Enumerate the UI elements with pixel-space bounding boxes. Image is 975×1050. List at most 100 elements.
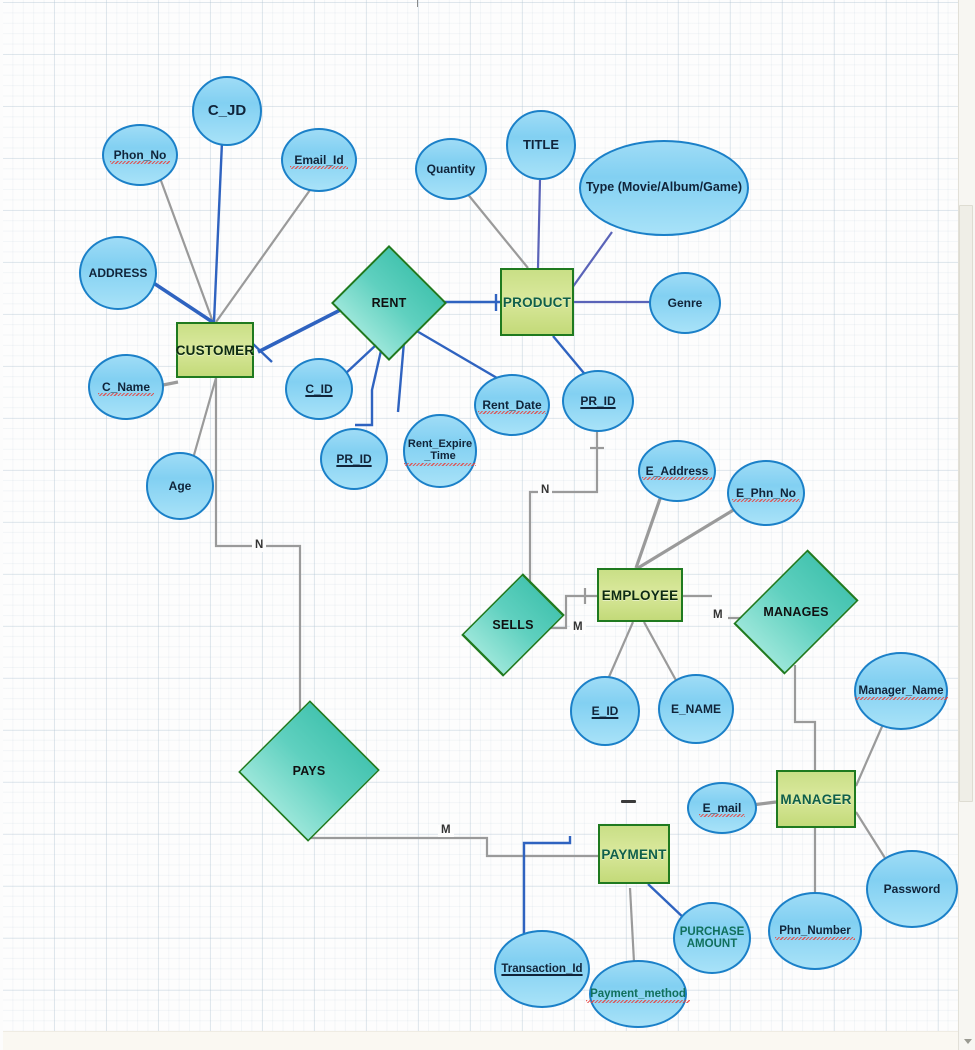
purchase-amount-line-2: AMOUNT <box>686 938 738 950</box>
attribute-age-label: Age <box>168 478 192 493</box>
edge-paymentmethod-payment <box>628 887 636 963</box>
attribute-rent-expire-time[interactable]: Rent_Expire _Time <box>403 414 477 488</box>
edge-manages-manager <box>793 665 817 770</box>
attribute-phon-no[interactable]: Phon_No <box>102 124 178 186</box>
cardinality-employee-manages: M <box>710 609 726 622</box>
attribute-c-id-rent[interactable]: C_ID <box>285 358 353 420</box>
attribute-pr-id-rent[interactable]: PR_ID <box>320 428 388 490</box>
entity-manager-label: MANAGER <box>780 791 852 807</box>
attribute-manager-name-label: Manager_Name <box>854 685 948 701</box>
attribute-password-label: Password <box>883 881 941 896</box>
attribute-phn-number-label: Phn_Number <box>775 925 855 941</box>
cardinality-pays-payment: M <box>438 824 454 837</box>
attribute-type-label: Type (Movie/Album/Game) <box>585 180 743 195</box>
stray-dash-mark <box>621 800 636 803</box>
edge-email-customer <box>215 189 311 323</box>
edge-cjd-customer <box>212 141 224 323</box>
attribute-title-label: TITLE <box>522 136 560 152</box>
relationship-rent-label: RENT <box>371 296 407 310</box>
attribute-pr-id-product[interactable]: PR_ID <box>562 370 634 432</box>
edge-age-customer <box>190 377 218 463</box>
attribute-purchase-amount-label: PURCHASE AMOUNT <box>677 926 748 951</box>
attribute-e-name[interactable]: E_NAME <box>658 674 734 744</box>
attribute-e-address-label: E_Address <box>641 464 713 481</box>
rent-expire-line-1: Rent_Expire <box>407 438 473 451</box>
attribute-phon-no-label: Phon_No <box>109 148 170 165</box>
attribute-c-jd-label: C_JD <box>207 101 247 119</box>
vertical-scrollbar[interactable] <box>958 0 975 1050</box>
attribute-c-name[interactable]: C_Name <box>88 354 164 420</box>
relationship-sells[interactable]: SELLS <box>461 573 565 677</box>
edge-product-sells <box>528 424 599 590</box>
attribute-phn-number[interactable]: Phn_Number <box>768 892 862 970</box>
attribute-e-id-label: E_ID <box>591 703 619 718</box>
attribute-email-id[interactable]: Email_Id <box>281 128 357 192</box>
attribute-purchase-amount[interactable]: PURCHASE AMOUNT <box>673 902 751 974</box>
attribute-address[interactable]: ADDRESS <box>79 236 157 310</box>
attribute-c-name-label: C_Name <box>97 380 155 397</box>
rent-expire-line-2: _Time <box>424 450 456 462</box>
attribute-quantity[interactable]: Quantity <box>415 138 487 200</box>
edge-customer-rent <box>257 302 353 354</box>
attribute-manager-name[interactable]: Manager_Name <box>854 652 948 730</box>
attribute-e-address[interactable]: E_Address <box>638 440 716 502</box>
entity-product[interactable]: PRODUCT <box>500 268 574 336</box>
attribute-c-id-rent-label: C_ID <box>305 381 333 396</box>
purchase-amount-line-1: PURCHASE <box>679 925 745 938</box>
edge-cname-customer <box>162 380 179 387</box>
entity-payment[interactable]: PAYMENT <box>598 824 670 884</box>
attribute-e-id[interactable]: E_ID <box>570 676 640 746</box>
attribute-quantity-label: Quantity <box>426 161 476 176</box>
attribute-rent-expire-time-label: Rent_Expire _Time <box>403 438 477 466</box>
attribute-e-mail-label: E_mail <box>698 801 746 818</box>
attribute-transaction-id-label: Transaction_Id <box>501 962 583 975</box>
attribute-genre-label: Genre <box>667 295 703 310</box>
attribute-age[interactable]: Age <box>146 452 214 520</box>
relationship-rent[interactable]: RENT <box>331 245 447 361</box>
relationship-sells-label: SELLS <box>492 618 534 632</box>
attribute-pr-id-rent-label: PR_ID <box>336 451 372 466</box>
edge-type-product <box>571 231 613 289</box>
attribute-type[interactable]: Type (Movie/Album/Game) <box>579 140 749 236</box>
attribute-pr-id-product-label: PR_ID <box>580 393 616 408</box>
attribute-password[interactable]: Password <box>866 850 958 928</box>
attribute-c-jd[interactable]: C_JD <box>192 76 262 146</box>
edge-purchaseamount-payment <box>647 883 687 921</box>
entity-customer[interactable]: CUSTOMER <box>176 322 254 378</box>
attribute-e-phn-no[interactable]: E_Phn_No <box>727 460 805 526</box>
relationship-pays-label: PAYS <box>292 764 326 778</box>
entity-customer-label: CUSTOMER <box>175 342 255 358</box>
scroll-down-arrow-icon[interactable] <box>964 1039 972 1044</box>
left-edge-strip <box>0 0 3 1050</box>
edge-managername-manager <box>854 721 886 787</box>
scrollbar-thumb[interactable] <box>959 205 973 802</box>
entity-employee[interactable]: EMPLOYEE <box>597 568 683 622</box>
attribute-rent-date[interactable]: Rent_Date <box>474 374 550 436</box>
entity-employee-label: EMPLOYEE <box>601 587 679 603</box>
attribute-e-phn-no-label: E_Phn_No <box>731 486 801 503</box>
cardinality-sells-employee: M <box>570 621 586 634</box>
entity-product-label: PRODUCT <box>502 294 572 310</box>
attribute-e-mail[interactable]: E_mail <box>687 782 757 834</box>
relationship-manages-label: MANAGES <box>763 605 829 619</box>
cardinality-product-sells: N <box>538 484 553 497</box>
top-caret-mark <box>417 0 418 7</box>
attribute-payment-method[interactable]: Payment_method <box>586 960 690 1028</box>
bottom-band <box>0 1031 959 1050</box>
edge-transactionid-payment <box>522 836 572 938</box>
attribute-genre[interactable]: Genre <box>649 272 721 334</box>
attribute-payment-method-label: Payment_method <box>586 988 690 1004</box>
edge-quantity-product <box>465 191 529 269</box>
diagram-canvas[interactable]: .g { stroke:#9a9a9a; stroke-width:2.2; f… <box>0 0 975 1050</box>
relationship-manages[interactable]: MANAGES <box>733 549 859 675</box>
cardinality-customer-pays: N <box>252 539 267 552</box>
relationship-pays[interactable]: PAYS <box>238 700 380 842</box>
edge-phon-no-customer <box>158 177 215 323</box>
attribute-title[interactable]: TITLE <box>506 110 576 180</box>
attribute-email-id-label: Email_Id <box>290 153 349 170</box>
attribute-transaction-id[interactable]: Transaction_Id <box>494 930 590 1008</box>
attribute-e-name-label: E_NAME <box>670 701 721 716</box>
entity-manager[interactable]: MANAGER <box>776 770 856 828</box>
entity-payment-label: PAYMENT <box>601 846 667 862</box>
edge-title-product <box>536 179 542 269</box>
